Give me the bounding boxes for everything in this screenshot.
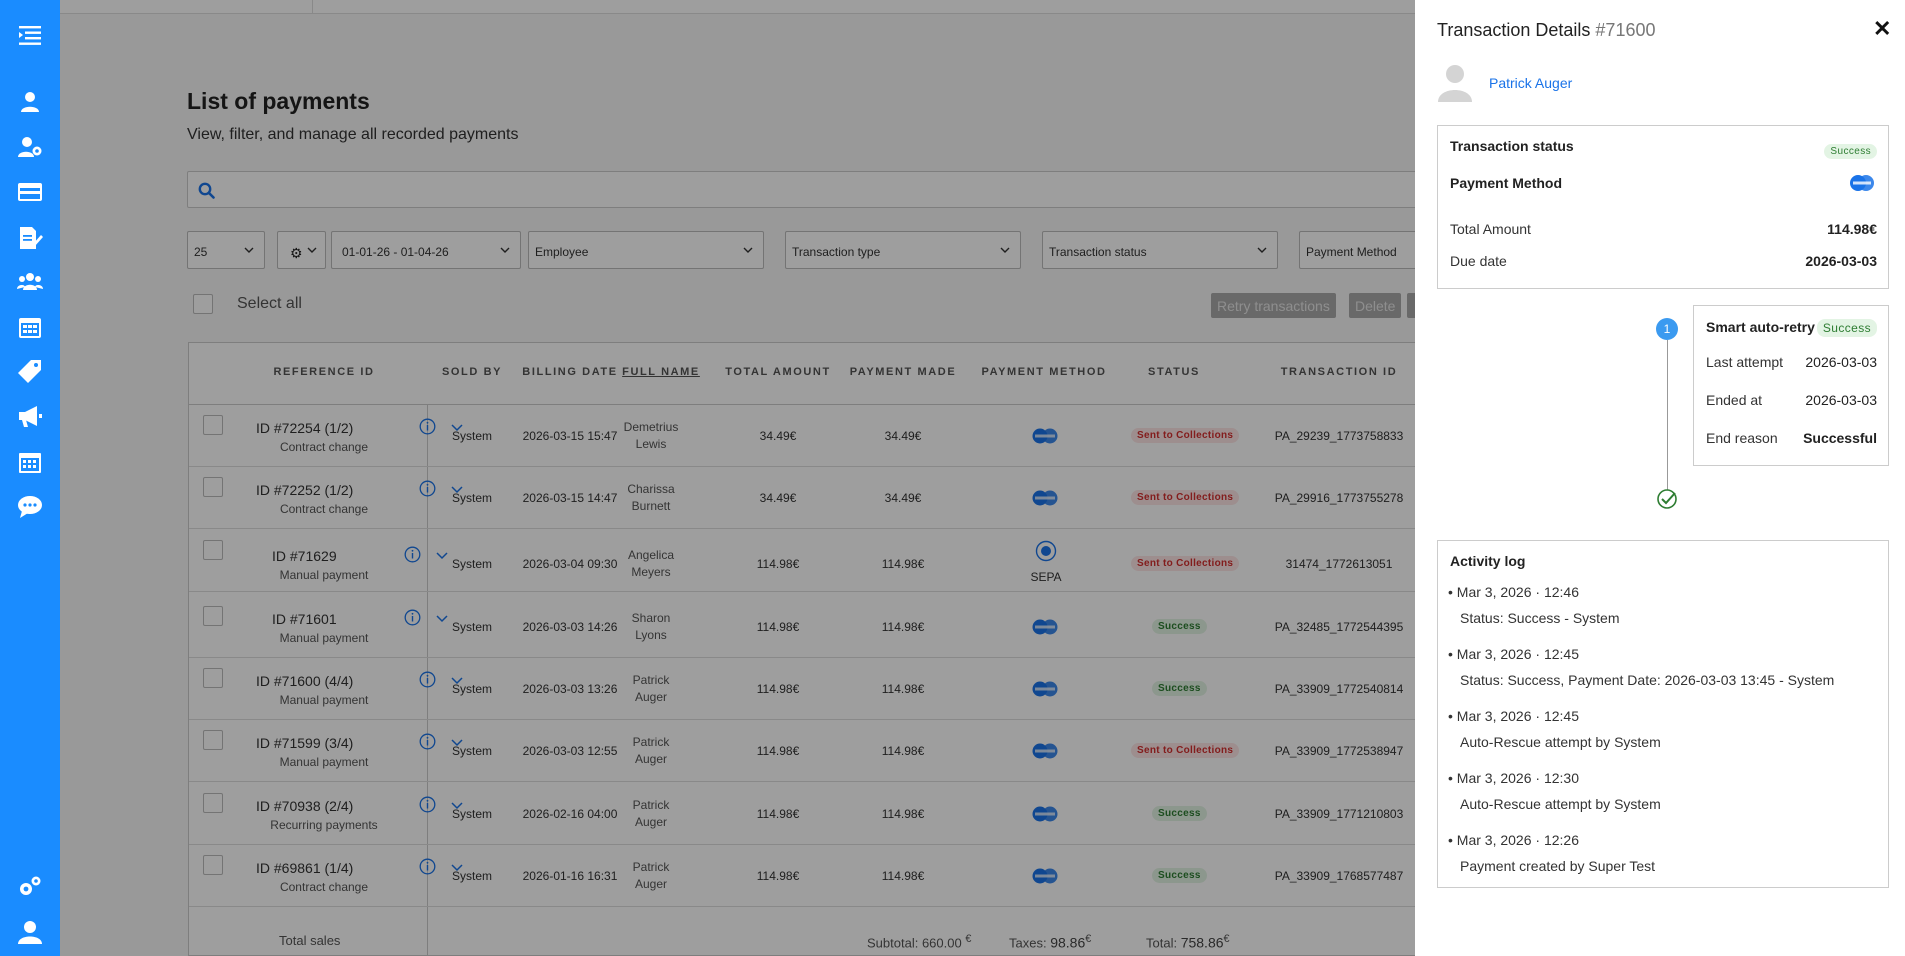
activity-description: Payment created by Super Test: [1460, 858, 1656, 874]
group-icon[interactable]: [15, 268, 45, 296]
avatar: [1438, 65, 1472, 102]
document-edit-icon[interactable]: [15, 224, 45, 252]
sidebar: [0, 0, 60, 956]
activity-time: • Mar 3, 2026 · 12:45: [1448, 646, 1579, 662]
activity-log-item: • Mar 3, 2026 · 12:45 Status: Success, Pa…: [1448, 645, 1834, 690]
activity-time-text: Mar 3, 2026 · 12:30: [1456, 770, 1579, 786]
calendar-grid-icon[interactable]: [15, 448, 45, 476]
activity-time-text: Mar 3, 2026 · 12:26: [1456, 832, 1579, 848]
end-reason-label: End reason: [1706, 430, 1778, 446]
settings-icon[interactable]: [15, 873, 45, 901]
activity-time: • Mar 3, 2026 · 12:30: [1448, 770, 1579, 786]
activity-time-text: Mar 3, 2026 · 12:46: [1456, 584, 1579, 600]
ended-at-value: 2026-03-03: [1805, 392, 1877, 408]
payment-method-label: Payment Method: [1450, 175, 1563, 191]
activity-description: Auto-Rescue attempt by System: [1460, 734, 1661, 750]
transaction-details-panel: Transaction Details #71600 ✕ Patrick Aug…: [1415, 0, 1905, 956]
due-date-value: 2026-03-03: [1805, 253, 1877, 269]
last-attempt-label: Last attempt: [1706, 354, 1784, 370]
smart-auto-retry-title: Smart auto-retry: [1706, 319, 1815, 335]
activity-log-title: Activity log: [1450, 553, 1526, 569]
activity-time: • Mar 3, 2026 · 12:45: [1448, 708, 1579, 724]
total-amount-value: 114.98€: [1827, 221, 1877, 237]
menu-icon[interactable]: [15, 21, 45, 49]
activity-description: Auto-Rescue attempt by System: [1460, 796, 1661, 812]
retry-step-number: 1: [1656, 318, 1678, 340]
last-attempt-value: 2026-03-03: [1805, 354, 1877, 370]
activity-log-item: • Mar 3, 2026 · 12:30 Auto-Rescue attempt…: [1448, 769, 1661, 814]
activity-time: • Mar 3, 2026 · 12:26: [1448, 832, 1579, 848]
tag-icon[interactable]: [15, 357, 45, 385]
smart-auto-retry-card: Smart auto-retry Success Last attempt 20…: [1693, 305, 1889, 466]
calendar-icon[interactable]: [15, 313, 45, 341]
activity-time-text: Mar 3, 2026 · 12:45: [1456, 646, 1579, 662]
activity-description: Status: Success - System: [1460, 610, 1620, 626]
transaction-status-label: Transaction status: [1450, 138, 1574, 154]
activity-time-text: Mar 3, 2026 · 12:45: [1456, 708, 1579, 724]
user-icon[interactable]: [15, 88, 45, 116]
mastercard-icon: [1850, 175, 1874, 191]
customer-name-link[interactable]: Patrick Auger: [1489, 75, 1572, 91]
close-icon[interactable]: ✕: [1873, 18, 1891, 40]
panel-transaction-number: #71600: [1595, 20, 1656, 40]
panel-title: Transaction Details #71600: [1437, 20, 1656, 41]
activity-description: Status: Success, Payment Date: 2026-03-0…: [1460, 672, 1835, 688]
modal-backdrop[interactable]: [60, 0, 1415, 956]
activity-log-card: Activity log • Mar 3, 2026 · 12:46 Status…: [1437, 540, 1889, 888]
activity-log-item: • Mar 3, 2026 · 12:26 Payment created by …: [1448, 831, 1655, 876]
due-date-label: Due date: [1450, 253, 1507, 269]
total-amount-label: Total Amount: [1450, 221, 1531, 237]
check-circle-icon: [1657, 489, 1677, 509]
megaphone-icon[interactable]: [15, 402, 45, 430]
activity-time: • Mar 3, 2026 · 12:46: [1448, 584, 1579, 600]
timeline-line: [1667, 340, 1668, 490]
activity-log-item: • Mar 3, 2026 · 12:45 Auto-Rescue attempt…: [1448, 707, 1661, 752]
ended-at-label: Ended at: [1706, 392, 1763, 408]
chat-icon[interactable]: [15, 493, 45, 521]
status-badge: Success: [1824, 144, 1877, 159]
end-reason-value: Successful: [1803, 430, 1877, 446]
panel-title-text: Transaction Details: [1437, 20, 1591, 40]
credit-card-icon[interactable]: [15, 178, 45, 206]
activity-log-item: • Mar 3, 2026 · 12:46 Status: Success - S…: [1448, 583, 1620, 628]
transaction-status-card: Transaction status Success Payment Metho…: [1437, 125, 1889, 289]
user-settings-icon[interactable]: [15, 133, 45, 161]
retry-status-badge: Success: [1816, 319, 1877, 337]
profile-icon[interactable]: [15, 918, 45, 946]
